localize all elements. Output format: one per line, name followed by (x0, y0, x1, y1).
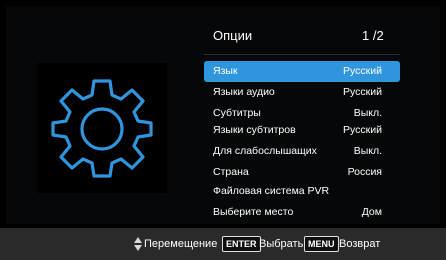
menu-item-subtitle-languages[interactable]: Языки субтитров Русский (204, 120, 400, 141)
menu-item-select-location[interactable]: Выберите место Дом (204, 202, 400, 223)
menu-title: Опции (213, 28, 253, 43)
menu-item-pvr-filesystem[interactable]: Файловая система PVR (204, 181, 400, 202)
menu-item-label: Язык (213, 65, 238, 77)
hint-move: Перемещение (144, 238, 218, 250)
menu-item-value: Дом (361, 206, 382, 218)
menu-item-hearing-impaired[interactable]: Для слабослышащих Выкл. (204, 141, 400, 162)
title-divider (204, 54, 400, 55)
menu-item-label: Языки аудио (213, 86, 275, 98)
menu-item-value: Русский (343, 124, 382, 136)
menu-item-value: Выкл. (353, 145, 382, 157)
hint-back: Возврат (339, 238, 381, 250)
menu-item-label: Страна (213, 166, 249, 178)
hint-select: Выбрать (259, 238, 304, 250)
menu-item-country[interactable]: Страна Россия (204, 162, 400, 183)
up-down-arrows-icon (134, 237, 142, 251)
menu-key: MENU (304, 236, 339, 252)
menu-item-value: Русский (343, 65, 382, 77)
menu-item-audio-languages[interactable]: Языки аудио Русский (204, 82, 400, 103)
menu-item-value: Россия (347, 166, 382, 178)
menu-item-label: Файловая система PVR (213, 185, 330, 197)
menu-item-label: Для слабослышащих (213, 145, 317, 157)
enter-key: ENTER (222, 236, 261, 252)
menu-item-value: Русский (343, 86, 382, 98)
menu-item-label: Выберите место (213, 206, 294, 218)
menu-item-label: Языки субтитров (213, 124, 296, 136)
settings-illustration (37, 63, 167, 193)
page-indicator: 1 /2 (362, 28, 384, 43)
menu-item-language[interactable]: Язык Русский (204, 61, 400, 82)
gear-icon (51, 79, 153, 178)
